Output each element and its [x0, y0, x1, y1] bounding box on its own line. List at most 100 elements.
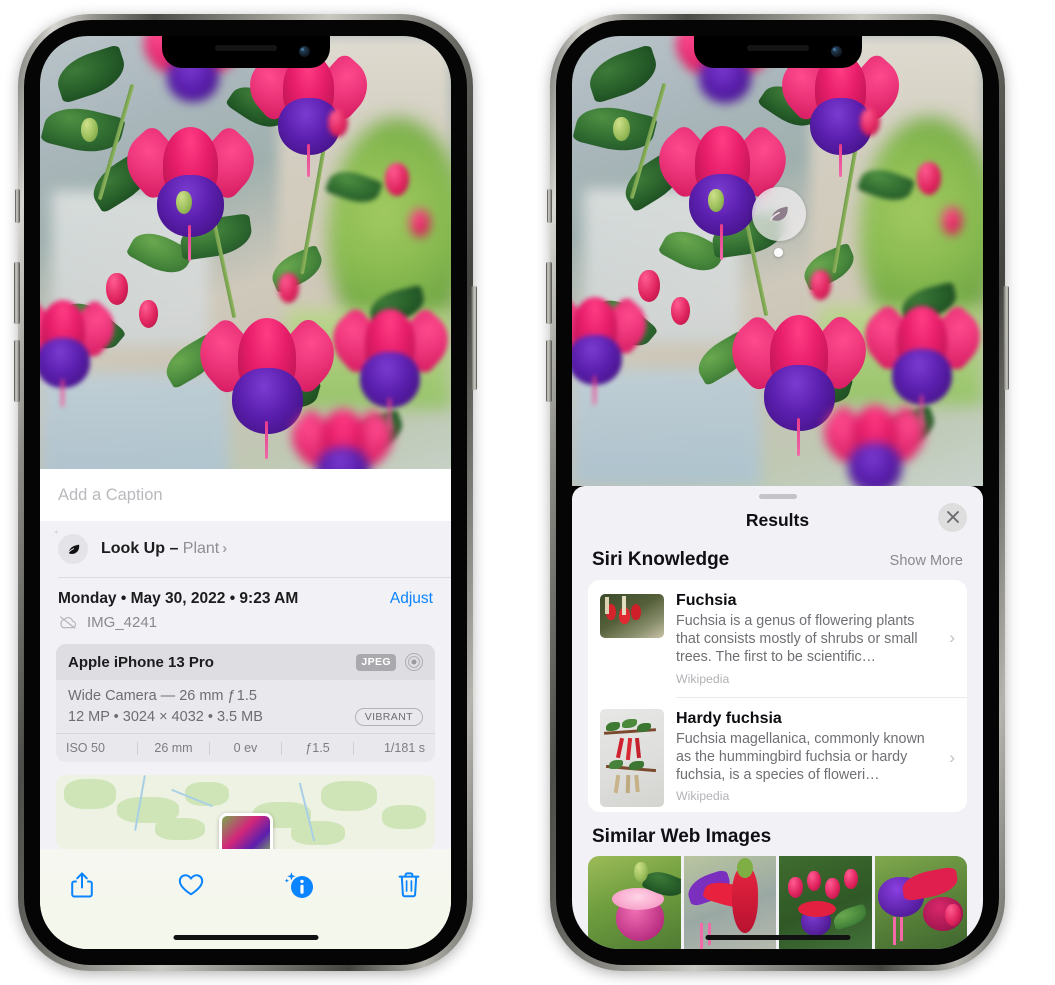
exif-stat-shutter: 1/181 s [383, 741, 425, 755]
leaf-shape [51, 44, 131, 105]
heart-icon [178, 874, 204, 896]
look-up-row[interactable]: Look Up – Plant › [40, 521, 451, 577]
home-indicator[interactable] [173, 935, 318, 940]
volume-up-button[interactable] [546, 262, 552, 324]
front-camera [298, 46, 310, 57]
visual-look-up-dot [774, 248, 783, 257]
web-image-1[interactable] [588, 856, 681, 949]
close-icon [946, 511, 959, 524]
fuchsia-red-flowers-thumbnail [600, 593, 664, 638]
knowledge-source: Wikipedia [676, 789, 730, 804]
info-sparkle-icon [285, 872, 313, 898]
lens-info: Wide Camera — 26 mm ƒ 1.5 [68, 688, 257, 704]
hardy-fuchsia-specimen-thumbnail [600, 708, 664, 807]
share-icon [71, 872, 93, 898]
cloud-slash-icon [60, 616, 77, 629]
fuchsia-flower [852, 303, 983, 427]
notch [161, 36, 330, 68]
knowledge-description: Fuchsia magellanica, commonly known as t… [676, 730, 925, 784]
info-button[interactable] [280, 865, 320, 905]
siri-knowledge-header: Siri Knowledge Show More [572, 546, 983, 580]
flower-bud [409, 208, 430, 237]
knowledge-title: Hardy fuchsia [676, 709, 782, 727]
show-more-button[interactable]: Show More [890, 553, 963, 569]
flower-bud [859, 108, 880, 136]
location-map-card[interactable] [56, 775, 435, 849]
chevron-right-icon: › [222, 540, 228, 557]
resolution-info: 12 MP • 3024 × 4032 • 3.5 MB [68, 709, 263, 725]
sheet-header: Results [572, 499, 983, 546]
earpiece-speaker [214, 45, 277, 51]
delete-button[interactable] [389, 865, 429, 905]
flower-bud [670, 297, 690, 325]
volume-down-button[interactable] [14, 340, 20, 402]
iphone-right: Results Siri Knowledge Show More Fuchsia… [546, 14, 1009, 971]
fuchsia-flower [320, 306, 451, 430]
knowledge-row[interactable]: Fuchsia Fuchsia is a genus of flowering … [588, 580, 967, 697]
knowledge-title: Fuchsia [676, 591, 737, 609]
front-camera [830, 46, 842, 57]
knowledge-description: Fuchsia is a genus of flowering plants t… [676, 613, 918, 666]
iphone-left: Add a Caption Look Up – Plant › Monday •… [14, 14, 477, 971]
photo-viewer[interactable] [40, 36, 451, 491]
phone-screen-right: Results Siri Knowledge Show More Fuchsia… [572, 36, 983, 949]
share-button[interactable] [62, 865, 102, 905]
caption-input[interactable]: Add a Caption [40, 469, 451, 521]
aperture-icon [404, 652, 424, 672]
exif-stat-aperture: ƒ1.5 [305, 741, 330, 755]
leaf-icon [58, 534, 88, 564]
chevron-right-icon: › [949, 628, 955, 648]
flower-bud [278, 272, 300, 303]
sheet-title: Results [745, 509, 810, 530]
photo-toolbar [40, 849, 451, 905]
phone-screen-left: Add a Caption Look Up – Plant › Monday •… [40, 36, 451, 949]
exif-stats-row: ISO 50 26 mm 0 ev ƒ1.5 1/181 s [56, 733, 435, 762]
web-image-4[interactable] [874, 856, 967, 949]
favorite-button[interactable] [171, 865, 211, 905]
exif-stat-ev: 0 ev [233, 741, 258, 755]
camera-device-name: Apple iPhone 13 Pro [68, 653, 214, 671]
exif-header: Apple iPhone 13 Pro JPEG [56, 644, 435, 680]
flower-bud [707, 189, 724, 212]
trash-icon [398, 872, 420, 898]
fuchsia-flower [572, 294, 658, 405]
fuchsia-flower [40, 297, 126, 408]
mute-switch[interactable] [15, 189, 20, 223]
exif-stat-focal: 26 mm [154, 741, 193, 755]
flower-bud [105, 272, 128, 305]
flower-bud [941, 207, 962, 235]
exif-card[interactable]: Apple iPhone 13 Pro JPEG Wide Camera — 2… [56, 644, 435, 762]
knowledge-row[interactable]: Hardy fuchsia Fuchsia magellanica, commo… [588, 698, 967, 813]
exif-body: Wide Camera — 26 mm ƒ 1.5 12 MP • 3024 ×… [56, 680, 435, 733]
close-button[interactable] [938, 502, 967, 532]
knowledge-text: Fuchsia Fuchsia is a genus of flowering … [676, 591, 955, 686]
fuchsia-flower [237, 51, 380, 178]
photo-date: Monday • May 30, 2022 • 9:23 AM [58, 590, 299, 607]
look-up-subject: Plant [182, 540, 220, 557]
home-indicator[interactable] [705, 935, 850, 940]
exif-stat-iso: ISO 50 [66, 741, 105, 755]
mute-switch[interactable] [547, 189, 552, 223]
photographic-style-badge: VIBRANT [354, 708, 423, 726]
photo-filename: IMG_4241 [87, 614, 158, 631]
toolbar-bottom-padding [40, 905, 451, 949]
volume-up-button[interactable] [14, 262, 20, 324]
volume-down-button[interactable] [546, 340, 552, 402]
flower-bud [637, 270, 660, 302]
power-button[interactable] [471, 286, 477, 390]
knowledge-source: Wikipedia [676, 671, 730, 686]
fuchsia-flower [769, 51, 912, 178]
photo-viewer[interactable] [572, 36, 983, 486]
similar-web-images-title: Similar Web Images [592, 826, 772, 848]
power-button[interactable] [1003, 286, 1009, 390]
visual-look-up-badge[interactable] [752, 187, 806, 241]
earpiece-speaker [746, 45, 809, 51]
flower-bud [613, 117, 631, 141]
look-up-label: Look Up – Plant › [101, 540, 227, 558]
photo-metadata: Monday • May 30, 2022 • 9:23 AM Adjust I… [40, 578, 451, 640]
adjust-button[interactable]: Adjust [390, 590, 433, 608]
flower-bud [138, 299, 158, 328]
screenshot-canvas: Add a Caption Look Up – Plant › Monday •… [0, 0, 1055, 985]
chevron-right-icon: › [949, 747, 955, 767]
knowledge-text: Hardy fuchsia Fuchsia magellanica, commo… [676, 709, 955, 804]
